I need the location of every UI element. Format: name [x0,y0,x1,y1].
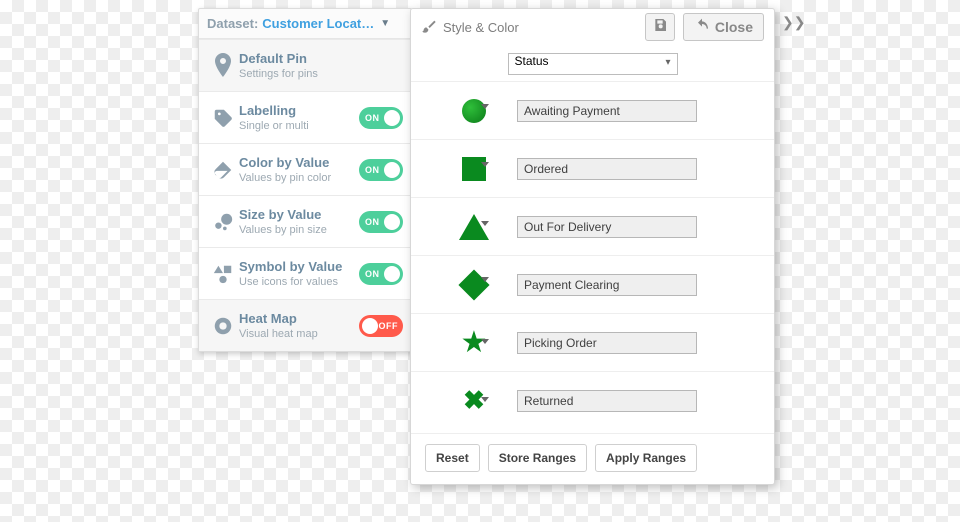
toggle-knob [384,266,400,282]
chevron-down-icon [481,339,489,344]
menu-item-color-by-value[interactable]: Color by Value Values by pin color ON [199,143,411,195]
shapes-icon [207,263,239,285]
toggle-label: ON [365,217,380,227]
menu-item-symbol-by-value[interactable]: Symbol by Value Use icons for values ON [199,247,411,299]
field-dropdown[interactable]: Status [508,53,678,75]
chevron-down-icon [481,397,489,402]
menu-sub: Values by pin size [239,224,359,236]
apply-ranges-button[interactable]: Apply Ranges [595,444,697,472]
menu-sub: Settings for pins [239,68,403,80]
tag-icon [207,107,239,129]
menu-title: Heat Map [239,311,359,326]
shape-picker[interactable] [431,99,517,123]
menu-title: Size by Value [239,207,359,222]
shape-picker[interactable] [431,157,517,181]
undo-icon [694,18,710,37]
toggle-labelling[interactable]: ON [359,107,403,129]
value-input[interactable] [517,274,697,296]
triangle-icon [459,214,489,240]
store-ranges-button[interactable]: Store Ranges [488,444,587,472]
toggle-size-by-value[interactable]: ON [359,211,403,233]
save-icon [652,17,668,38]
shape-picker[interactable]: ✖ [431,385,517,416]
symbol-row [411,81,774,139]
value-input[interactable] [517,216,697,238]
value-input[interactable] [517,332,697,354]
diamond-icon [458,269,489,300]
style-color-panel: Style & Color Close Status [410,8,775,485]
value-input[interactable] [517,158,697,180]
toggle-label: OFF [379,321,399,331]
toggle-heat-map[interactable]: OFF [359,315,403,337]
chevron-down-icon [481,277,489,282]
menu-item-size-by-value[interactable]: Size by Value Values by pin size ON [199,195,411,247]
shape-picker[interactable]: ★ [431,328,517,358]
toggle-knob [362,318,378,334]
pin-icon [207,53,239,79]
menu-sub: Visual heat map [239,328,359,340]
save-button[interactable] [645,13,675,41]
panel-title: Style & Color [443,20,519,35]
menu-sub: Use icons for values [239,276,359,288]
field-value: Status [515,54,549,68]
menu-title: Symbol by Value [239,259,359,274]
reset-button[interactable]: Reset [425,444,480,472]
toggle-label: ON [365,269,380,279]
menu-sub: Values by pin color [239,172,359,184]
toggle-label: ON [365,165,380,175]
toggle-symbol-by-value[interactable]: ON [359,263,403,285]
dataset-name: Customer Locati... [262,16,374,31]
menu-sub: Single or multi [239,120,359,132]
menu-item-heat-map[interactable]: Heat Map Visual heat map OFF [199,299,411,351]
toggle-color-by-value[interactable]: ON [359,159,403,181]
chevron-down-icon [481,162,489,167]
panel-footer: Reset Store Ranges Apply Ranges [411,433,774,472]
toggle-knob [384,110,400,126]
close-label: Close [715,19,753,35]
menu-title: Color by Value [239,155,359,170]
shape-picker[interactable] [431,274,517,296]
toggle-knob [384,214,400,230]
paint-bucket-icon [207,159,239,181]
close-button[interactable]: Close [683,13,764,41]
menu-item-default-pin[interactable]: Default Pin Settings for pins [199,39,411,91]
chevron-down-icon: ▼ [380,18,390,29]
circle-icon [462,99,486,123]
value-input[interactable] [517,390,697,412]
symbol-row [411,197,774,255]
dataset-label: Dataset: [207,16,258,31]
expand-panel-icon[interactable]: ❯❯ [782,14,805,31]
menu-title: Default Pin [239,51,403,66]
chevron-down-icon [481,221,489,226]
bubble-size-icon [207,211,239,233]
panel-header: Style & Color Close [411,9,774,45]
square-icon [462,157,486,181]
toggle-label: ON [365,113,380,123]
symbol-row: ✖ [411,371,774,429]
shape-picker[interactable] [431,214,517,240]
chevron-down-icon [481,104,489,109]
dataset-selector[interactable]: Dataset: Customer Locati... ▼ [199,9,411,39]
paint-brush-icon [421,18,437,37]
value-input[interactable] [517,100,697,122]
heatmap-icon [207,315,239,337]
dataset-style-menu: Dataset: Customer Locati... ▼ Default Pi… [198,8,412,352]
toggle-knob [384,162,400,178]
symbol-row: ★ [411,313,774,371]
symbol-row [411,255,774,313]
menu-title: Labelling [239,103,359,118]
menu-item-labelling[interactable]: Labelling Single or multi ON [199,91,411,143]
symbol-row [411,139,774,197]
